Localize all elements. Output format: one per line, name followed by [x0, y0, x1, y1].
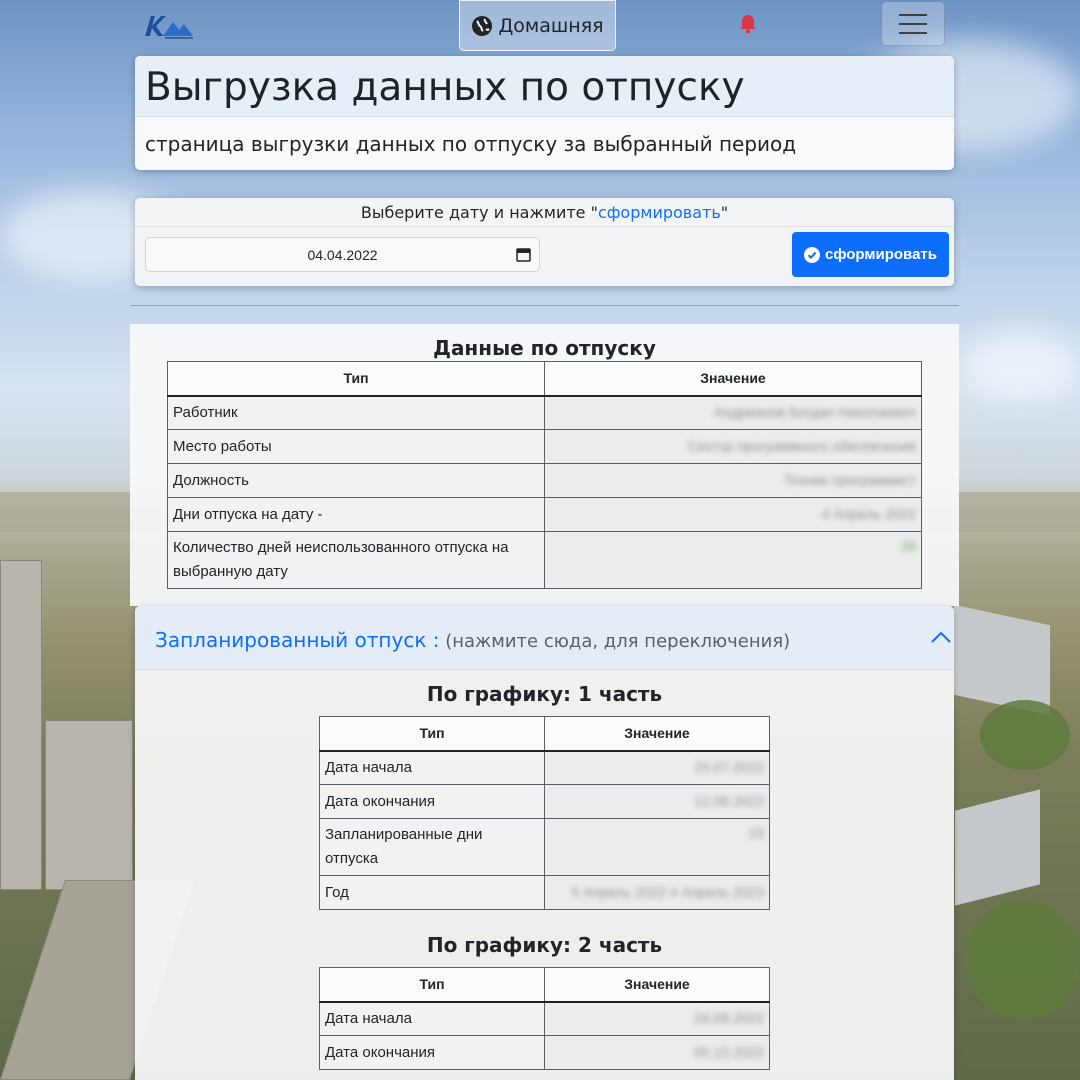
menu-toggle-button[interactable]: [881, 1, 945, 46]
row-type: Дата начала: [319, 1001, 545, 1036]
form-divider: [135, 226, 954, 227]
generate-button-label: сформировать: [825, 246, 937, 263]
row-value-text: Андрианов Богдан Николаевич: [713, 404, 917, 421]
schedule-part-2-title: По графику: 2 часть: [426, 933, 663, 957]
row-value: 25.07.2022: [544, 750, 770, 785]
row-type: Место работы: [167, 429, 545, 464]
home-button[interactable]: Домашняя: [459, 0, 616, 51]
generate-button[interactable]: сформировать: [792, 232, 949, 277]
column-header-value: Значение: [544, 716, 770, 752]
table-row: Запланированные дни отпуска 15: [319, 818, 770, 876]
bell-icon[interactable]: [739, 14, 757, 34]
row-value-text: 15: [748, 825, 764, 841]
table-row: Дни отпуска на дату - 4 Апрель 2022: [167, 497, 922, 532]
background-roof: [954, 604, 1050, 716]
navbar: Домашняя: [0, 0, 1080, 52]
table-row: Дата окончания 12.08.2022: [319, 784, 770, 819]
column-header-value: Значение: [544, 967, 770, 1003]
date-input[interactable]: 04.04.2022: [145, 237, 540, 272]
column-header-type: Тип: [319, 716, 545, 752]
row-value-text: 28: [900, 538, 916, 554]
form-hint-prefix: Выберите дату и нажмите ": [360, 203, 598, 222]
background-building: [45, 720, 133, 890]
row-value-text: Сектор программного обеспечения: [687, 438, 916, 454]
row-type: Дни отпуска на дату -: [167, 497, 545, 532]
row-type: Запланированные дни отпуска: [319, 818, 545, 876]
row-value: 5 Апрель 2022 4 Апрель 2023: [544, 875, 770, 910]
row-type: Должность: [167, 463, 545, 498]
home-label: Домашняя: [498, 14, 604, 37]
accordion-title-text: Запланированный отпуск :: [155, 628, 440, 652]
section-divider: [131, 305, 959, 306]
table-row: Год 5 Апрель 2022 4 Апрель 2023: [319, 875, 770, 910]
accordion-title: Запланированный отпуск : (нажмите сюда, …: [155, 628, 790, 652]
table-row: Дата начала 25.07.2022: [319, 750, 770, 785]
table-row: Дата окончания 05.10.2022: [319, 1035, 770, 1070]
row-type: Дата окончания: [319, 1035, 545, 1070]
hamburger-icon-line: [899, 13, 927, 16]
planned-vacation-accordion: Запланированный отпуск : (нажмите сюда, …: [135, 606, 954, 1080]
row-type: Количество дней неиспользованного отпуск…: [167, 531, 545, 589]
vacation-data-panel: Данные по отпуску Тип Значение Работник …: [130, 324, 959, 606]
row-value-text: 05.10.2022: [693, 1044, 764, 1060]
vacation-data-table: Тип Значение Работник Андрианов Богдан Н…: [167, 361, 922, 589]
row-value: Андрианов Богдан Николаевич: [544, 395, 922, 430]
schedule-part-1-title: По графику: 1 часть: [426, 682, 663, 706]
column-header-value: Значение: [544, 361, 922, 397]
form-hint-suffix: ": [720, 203, 729, 222]
table-row: Должность Техник программист: [167, 463, 922, 498]
row-type: Работник: [167, 395, 545, 430]
background-tree: [980, 700, 1070, 770]
accordion-hint: (нажмите сюда, для переключения): [439, 631, 791, 652]
column-header-type: Тип: [167, 361, 545, 397]
row-value-text: 12.08.2022: [693, 793, 764, 809]
calendar-icon[interactable]: [516, 247, 531, 262]
row-type: Дата окончания: [319, 784, 545, 819]
page-header-card: Выгрузка данных по отпуску страница выгр…: [135, 56, 954, 170]
hamburger-icon-line: [899, 31, 927, 34]
accordion-toggle[interactable]: Запланированный отпуск : (нажмите сюда, …: [135, 606, 954, 670]
date-form-card: Выберите дату и нажмите "сформировать" 0…: [135, 198, 954, 286]
row-value-text: 4 Апрель 2022: [821, 506, 916, 522]
page-subtitle: страница выгрузки данных по отпуску за в…: [145, 132, 797, 156]
table-row: Количество дней неиспользованного отпуск…: [167, 531, 922, 589]
background-tree: [965, 900, 1080, 1020]
row-value: 12.08.2022: [544, 784, 770, 819]
table-row: Дата начала 24.09.2022: [319, 1001, 770, 1036]
row-value-text: 24.09.2022: [693, 1010, 764, 1027]
row-type: Дата начала: [319, 750, 545, 785]
company-logo[interactable]: [143, 10, 195, 42]
row-type: Год: [319, 875, 545, 910]
row-value: 24.09.2022: [544, 1001, 770, 1036]
row-value: Сектор программного обеспечения: [544, 429, 922, 464]
check-circle-icon: [804, 246, 820, 263]
vacation-data-title: Данные по отпуску: [433, 336, 656, 360]
schedule-part-2-table: Тип Значение Дата начала 24.09.2022 Дата…: [319, 967, 770, 1070]
date-value: 04.04.2022: [307, 246, 378, 263]
background-tower: [0, 560, 42, 890]
table-row: Место работы Сектор программного обеспеч…: [167, 429, 922, 464]
schedule-part-1-table: Тип Значение Дата начала 25.07.2022 Дата…: [319, 716, 770, 910]
row-value-text: 5 Апрель 2022 4 Апрель 2023: [571, 884, 764, 900]
column-header-type: Тип: [319, 967, 545, 1003]
background-roof: [955, 789, 1040, 906]
row-value: 28: [544, 531, 922, 589]
page-title: Выгрузка данных по отпуску: [135, 56, 954, 117]
row-value-text: 25.07.2022: [693, 759, 764, 776]
row-value: 05.10.2022: [544, 1035, 770, 1070]
chevron-up-icon: [931, 631, 951, 643]
form-hint-link: сформировать: [597, 203, 721, 222]
row-value: Техник программист: [544, 463, 922, 498]
row-value-text: Техник программист: [783, 472, 916, 488]
row-value: 15: [544, 818, 770, 876]
table-row: Работник Андрианов Богдан Николаевич: [167, 395, 922, 430]
globe-icon: [472, 15, 493, 36]
background-cloud: [960, 330, 1080, 400]
hamburger-icon-line: [899, 22, 927, 25]
form-hint: Выберите дату и нажмите "сформировать": [135, 203, 954, 222]
row-value: 4 Апрель 2022: [544, 497, 922, 532]
